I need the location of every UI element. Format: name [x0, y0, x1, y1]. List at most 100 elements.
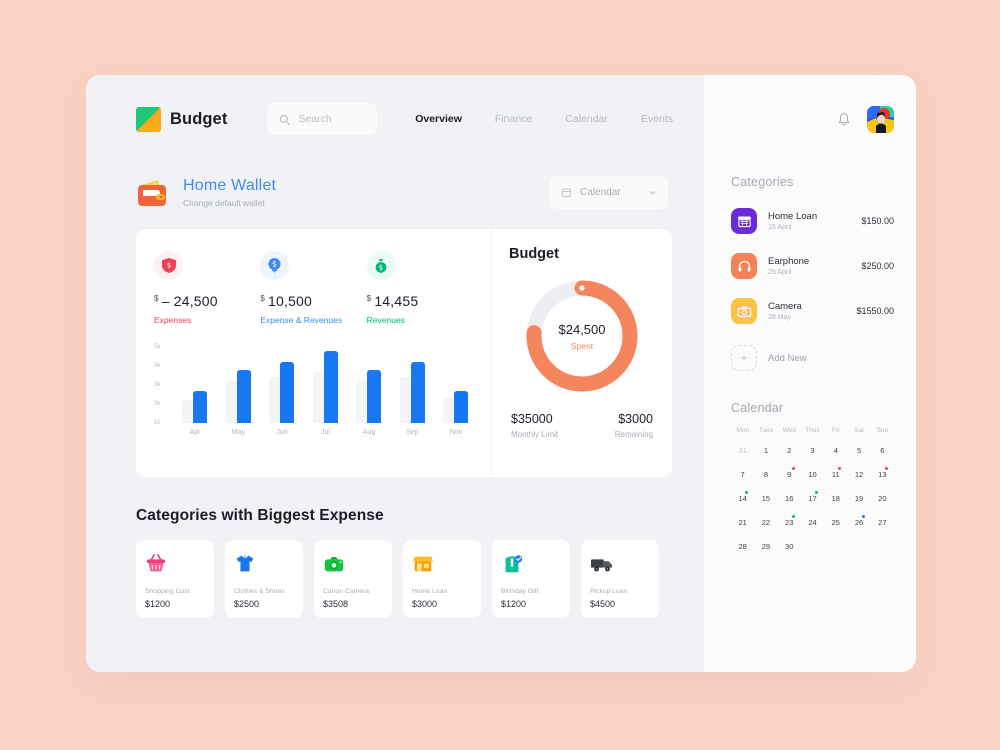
budget-donut-chart: $24,500 Spent: [520, 274, 644, 398]
calendar-day-cell[interactable]: 21: [731, 515, 754, 530]
calendar-day-cell[interactable]: 30: [778, 539, 801, 554]
expense-card[interactable]: Birthday Gift $1200: [492, 540, 570, 618]
calendar-day-cell[interactable]: 4: [824, 443, 847, 458]
nav-item-events[interactable]: Events: [641, 113, 673, 125]
nav-item-finance[interactable]: Finance: [495, 113, 532, 125]
calendar-event-dot: [885, 467, 888, 470]
expense-card-amount: $4500: [590, 599, 616, 609]
calendar-day-cell[interactable]: 25: [824, 515, 847, 530]
expense-card[interactable]: Pickup Loan $4500: [581, 540, 659, 618]
nav-item-calendar[interactable]: Calendar: [565, 113, 608, 125]
budget-footer: $35000 Monthly Limit $3000 Remaining: [509, 412, 655, 439]
add-new-button[interactable]: + Add New: [731, 345, 894, 371]
calendar-select[interactable]: Calendar: [550, 176, 668, 209]
chart-bar-group: [178, 347, 212, 423]
right-sidebar: Categories Home Loan 15 April $150.00 Earph…: [703, 75, 916, 672]
brand-name: Budget: [170, 109, 228, 128]
calendar-day-cell[interactable]: 3: [801, 443, 824, 458]
store-icon: [731, 208, 757, 234]
brand[interactable]: Budget: [136, 106, 228, 132]
camera-icon: [731, 298, 757, 324]
category-item[interactable]: Earphone 25 April $250.00: [731, 253, 894, 279]
expense-card-name: Birthday Gift: [501, 588, 539, 595]
notification-bell-icon[interactable]: [837, 111, 851, 127]
calendar-day-cell[interactable]: 10: [801, 467, 824, 482]
calendar-day-cell[interactable]: 22: [754, 515, 777, 530]
category-text: Camera 28 May: [768, 301, 856, 321]
chart-x-tick: Nov: [449, 429, 463, 436]
chart-plot-area: [178, 347, 473, 423]
chart-bar-group: [309, 347, 343, 423]
calendar-day-cell[interactable]: 17: [801, 491, 824, 506]
nav-item-overview[interactable]: Overview: [415, 113, 462, 125]
calendar-day-cell[interactable]: 7: [731, 467, 754, 482]
main-content: Budget Search Overview Finance Calendar …: [86, 75, 703, 672]
calendar-day-cell[interactable]: 23: [778, 515, 801, 530]
calendar-day-cell[interactable]: 24: [801, 515, 824, 530]
calendar-day-cell[interactable]: 20: [871, 491, 894, 506]
add-new-label: Add New: [768, 352, 807, 364]
chart-x-tick: Apr: [189, 429, 201, 436]
calendar-day-cell[interactable]: 9: [778, 467, 801, 482]
stat-expenses-currency: $: [154, 294, 159, 303]
expense-card[interactable]: Shopping Cost $1200: [136, 540, 214, 618]
stat-expense-revenues: $ $ 10,500 Expense & Revenues: [260, 251, 366, 325]
calendar-day-cell[interactable]: 14: [731, 491, 754, 506]
expense-card-amount: $3000: [412, 599, 438, 609]
chart-y-tick: 3k: [154, 382, 161, 388]
calendar-day-cell[interactable]: 15: [754, 491, 777, 506]
category-item[interactable]: Home Loan 15 April $150.00: [731, 208, 894, 234]
shopping-basket-icon: [145, 551, 205, 577]
expense-card-name: Shopping Cost: [145, 588, 190, 595]
biggest-expense-card-list: Shopping Cost $1200 Clothes & Shoes $2500 Ca…: [136, 540, 673, 618]
calendar-day-cell[interactable]: 16: [778, 491, 801, 506]
calendar-day-cell[interactable]: 26: [847, 515, 870, 530]
expense-card[interactable]: Canon Camera $3508: [314, 540, 392, 618]
monthly-limit: $35000 Monthly Limit: [511, 412, 558, 439]
category-amount: $250.00: [861, 261, 894, 271]
chart-x-tick: Sep: [406, 429, 419, 436]
chart-x-tick: Aug: [362, 429, 376, 436]
svg-text:$: $: [272, 259, 277, 268]
calendar-day-cell[interactable]: 2: [778, 443, 801, 458]
calendar-event-dot: [745, 491, 749, 494]
categories-heading: Categories: [731, 175, 794, 189]
stat-expense-revenues-amount: 10,500: [267, 293, 313, 309]
calendar-day-cell[interactable]: 29: [754, 539, 777, 554]
category-amount: $1550.00: [856, 306, 894, 316]
stat-expense-revenues-value: $ 10,500: [260, 293, 366, 309]
calendar-day-cell[interactable]: 27: [871, 515, 894, 530]
budget-panel: Budget $24,500 Spent $35000 Monthly Limi…: [491, 229, 672, 477]
category-date: 25 April: [768, 269, 792, 276]
calendar-day-cell[interactable]: 11: [824, 467, 847, 482]
plus-icon: +: [731, 345, 757, 371]
wallet-info[interactable]: Home Wallet Change default wallet: [136, 177, 276, 209]
expense-card[interactable]: Home Loan $3000: [403, 540, 481, 618]
calendar-day-cell[interactable]: 1: [754, 443, 777, 458]
calendar-day-header: Fri: [831, 427, 840, 434]
expense-card[interactable]: Clothes & Shoes $2500: [225, 540, 303, 618]
chart-y-tick: 4k: [154, 363, 161, 369]
calendar-day-cell[interactable]: 19: [847, 491, 870, 506]
calendar-event-dot: [815, 491, 819, 494]
user-avatar[interactable]: [867, 105, 894, 133]
gift-bag-icon: [501, 551, 561, 577]
remaining-value: $3000: [618, 412, 653, 426]
category-item[interactable]: Camera 28 May $1550.00: [731, 298, 894, 324]
headphone-icon: [731, 253, 757, 279]
coin-dollar-icon: $: [260, 251, 290, 280]
chart-bar-actual: [193, 390, 207, 423]
stats-row: $ $ – 24,500 Expenses $ $ 10,500 Expense…: [154, 251, 473, 325]
calendar-select-label: Calendar: [580, 187, 621, 198]
stat-revenues-label: Revenues: [366, 315, 405, 325]
calendar-event-dot: [791, 515, 795, 518]
search-input[interactable]: Search: [267, 103, 378, 135]
calendar-day-cell[interactable]: 18: [824, 491, 847, 506]
calendar-day-cell[interactable]: 6: [871, 443, 894, 458]
calendar-day-cell[interactable]: 12: [847, 467, 870, 482]
calendar-day-cell[interactable]: 31: [731, 443, 754, 458]
calendar-day-cell[interactable]: 5: [847, 443, 870, 458]
calendar-day-cell[interactable]: 8: [754, 467, 777, 482]
calendar-day-cell[interactable]: 13: [871, 467, 894, 482]
calendar-day-cell[interactable]: 28: [731, 539, 754, 554]
